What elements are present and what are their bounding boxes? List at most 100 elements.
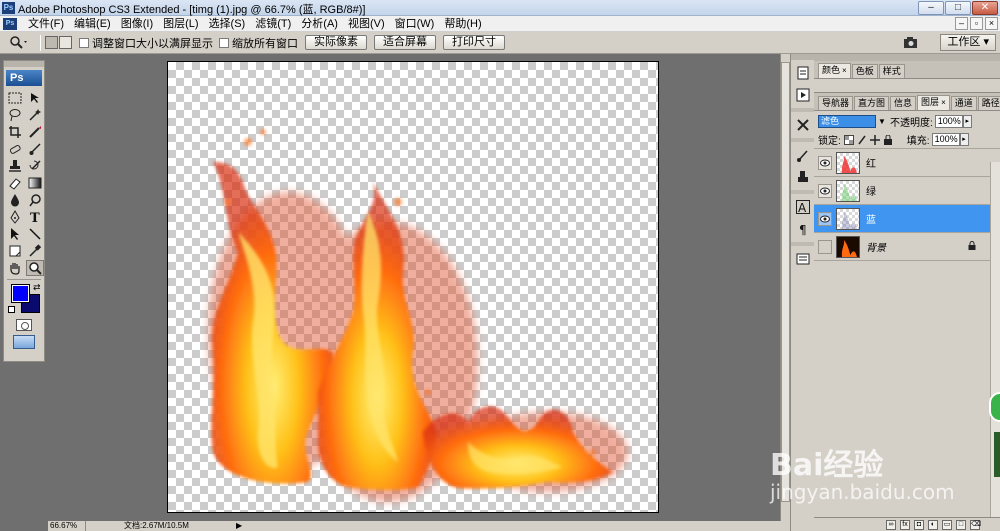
eraser-tool[interactable] bbox=[6, 175, 24, 191]
dock-character-button[interactable]: A bbox=[794, 198, 812, 216]
layer-row-red[interactable]: 红 bbox=[814, 149, 1000, 177]
adjustment-layer-icon[interactable]: ◐ bbox=[928, 519, 938, 530]
tab-navigator[interactable]: 导航器 bbox=[818, 96, 854, 110]
spot-healing-tool[interactable] bbox=[6, 141, 24, 157]
tab-layers[interactable]: 图层 × bbox=[917, 95, 950, 110]
menu-file[interactable]: 文件(F) bbox=[23, 16, 69, 32]
fill-slider-button[interactable]: ▸ bbox=[959, 133, 969, 146]
floating-badge[interactable] bbox=[989, 392, 1000, 422]
visibility-eye-icon[interactable] bbox=[818, 183, 832, 198]
layer-row-blue[interactable]: 蓝 bbox=[814, 205, 1000, 233]
checkbox-box[interactable] bbox=[79, 37, 89, 48]
visibility-eye-icon[interactable] bbox=[818, 155, 832, 170]
canvas-vertical-scrollbar[interactable] bbox=[780, 54, 790, 521]
toolbox-grip[interactable] bbox=[4, 61, 44, 67]
dock-actions-button[interactable] bbox=[794, 86, 812, 104]
lock-all-icon[interactable] bbox=[883, 134, 893, 145]
tool-preset-picker[interactable] bbox=[8, 34, 36, 52]
blur-tool[interactable] bbox=[6, 192, 24, 208]
visibility-eye-icon[interactable] bbox=[818, 211, 832, 226]
panel-grip[interactable] bbox=[814, 54, 1000, 61]
crop-tool[interactable] bbox=[6, 124, 24, 140]
close-icon[interactable]: × bbox=[941, 98, 946, 107]
default-colors-icon[interactable] bbox=[8, 306, 15, 313]
zoom-in-mode-button[interactable] bbox=[45, 36, 58, 49]
menu-image[interactable]: 图像(I) bbox=[116, 16, 158, 32]
zoom-out-mode-button[interactable] bbox=[59, 36, 72, 49]
menu-select[interactable]: 选择(S) bbox=[204, 16, 251, 32]
dock-history-button[interactable] bbox=[794, 64, 812, 82]
menu-analysis[interactable]: 分析(A) bbox=[296, 16, 343, 32]
menu-help[interactable]: 帮助(H) bbox=[439, 16, 486, 32]
document-icon[interactable]: Ps bbox=[3, 17, 17, 30]
tab-channels[interactable]: 通道 bbox=[950, 96, 977, 110]
add-mask-icon[interactable]: ◘ bbox=[914, 519, 924, 530]
close-icon[interactable]: × bbox=[842, 66, 847, 75]
close-button[interactable]: ✕ bbox=[972, 1, 998, 15]
fit-screen-button[interactable]: 适合屏幕 bbox=[374, 35, 436, 50]
menu-window[interactable]: 窗口(W) bbox=[390, 16, 440, 32]
layer-name[interactable]: 绿 bbox=[866, 183, 876, 198]
zoom-level[interactable]: 66.67% bbox=[48, 521, 86, 531]
screen-mode-icon[interactable] bbox=[13, 335, 35, 349]
layer-name[interactable]: 红 bbox=[866, 155, 876, 170]
doc-restore-button[interactable]: ▫ bbox=[970, 17, 983, 30]
eyedropper-tool[interactable] bbox=[26, 243, 44, 259]
tab-styles[interactable]: 样式 bbox=[878, 64, 905, 78]
blend-mode-select[interactable]: 滤色 bbox=[818, 114, 876, 128]
zoom-all-windows-checkbox[interactable]: 缩放所有窗口 bbox=[219, 35, 298, 51]
dock-grip[interactable] bbox=[791, 54, 814, 60]
chevron-down-icon[interactable]: ▼ bbox=[878, 117, 888, 126]
pen-tool[interactable] bbox=[6, 209, 24, 225]
path-selection-tool[interactable] bbox=[6, 226, 24, 242]
hand-tool[interactable] bbox=[6, 260, 24, 276]
maximize-button[interactable]: □ bbox=[945, 1, 971, 15]
doc-minimize-button[interactable]: – bbox=[955, 17, 968, 30]
move-tool[interactable] bbox=[26, 90, 44, 106]
resize-windows-checkbox[interactable]: 调整窗口大小以满屏显示 bbox=[79, 35, 213, 51]
layer-row-green[interactable]: 绿 bbox=[814, 177, 1000, 205]
scroll-thumb[interactable] bbox=[781, 62, 790, 502]
quick-mask-icon[interactable] bbox=[16, 319, 32, 331]
tab-histogram[interactable]: 直方图 bbox=[854, 96, 890, 110]
tab-swatches[interactable]: 色板 bbox=[851, 64, 878, 78]
menu-layer[interactable]: 图层(L) bbox=[158, 16, 203, 32]
type-tool[interactable]: T bbox=[26, 209, 44, 225]
link-layers-icon[interactable]: ∞ bbox=[886, 519, 896, 530]
lasso-tool[interactable] bbox=[6, 107, 24, 123]
trash-icon[interactable]: ⌫ bbox=[970, 519, 981, 530]
slice-tool[interactable] bbox=[26, 124, 44, 140]
gradient-tool[interactable] bbox=[26, 175, 44, 191]
layer-name[interactable]: 蓝 bbox=[866, 211, 876, 226]
layer-row-background[interactable]: 背景 bbox=[814, 233, 1000, 261]
menu-edit[interactable]: 编辑(E) bbox=[69, 16, 116, 32]
swap-colors-icon[interactable]: ⇄ bbox=[33, 282, 41, 293]
history-brush-tool[interactable] bbox=[26, 158, 44, 174]
checkbox-box[interactable] bbox=[219, 37, 229, 48]
menu-view[interactable]: 视图(V) bbox=[343, 16, 390, 32]
dock-tool-presets-button[interactable] bbox=[794, 116, 812, 134]
ps-logo[interactable]: Ps bbox=[6, 70, 42, 86]
document-canvas[interactable] bbox=[167, 61, 659, 513]
doc-close-button[interactable]: × bbox=[985, 17, 998, 30]
new-group-icon[interactable]: ▭ bbox=[942, 519, 952, 530]
status-menu-arrow-icon[interactable]: ▶ bbox=[236, 521, 242, 531]
actual-pixels-button[interactable]: 实际像素 bbox=[305, 35, 367, 50]
notes-tool[interactable] bbox=[6, 243, 24, 259]
clone-stamp-tool[interactable] bbox=[6, 158, 24, 174]
dodge-tool[interactable] bbox=[26, 192, 44, 208]
marquee-tool[interactable] bbox=[6, 90, 24, 106]
layer-style-fx-icon[interactable]: fx bbox=[900, 519, 910, 530]
tab-paths[interactable]: 路径 bbox=[977, 96, 1000, 110]
layer-name[interactable]: 背景 bbox=[866, 239, 886, 254]
line-tool[interactable] bbox=[26, 226, 44, 242]
new-layer-icon[interactable]: □ bbox=[956, 519, 966, 530]
lock-pixels-icon[interactable] bbox=[857, 135, 867, 145]
magic-wand-tool[interactable] bbox=[26, 107, 44, 123]
file-browser-icon[interactable] bbox=[902, 35, 922, 51]
zoom-tool[interactable] bbox=[26, 260, 44, 276]
brush-tool[interactable] bbox=[26, 141, 44, 157]
workspace-dropdown[interactable]: 工作区 ▾ bbox=[940, 34, 996, 51]
dock-layer-comps-button[interactable] bbox=[794, 250, 812, 268]
minimize-button[interactable]: – bbox=[918, 1, 944, 15]
